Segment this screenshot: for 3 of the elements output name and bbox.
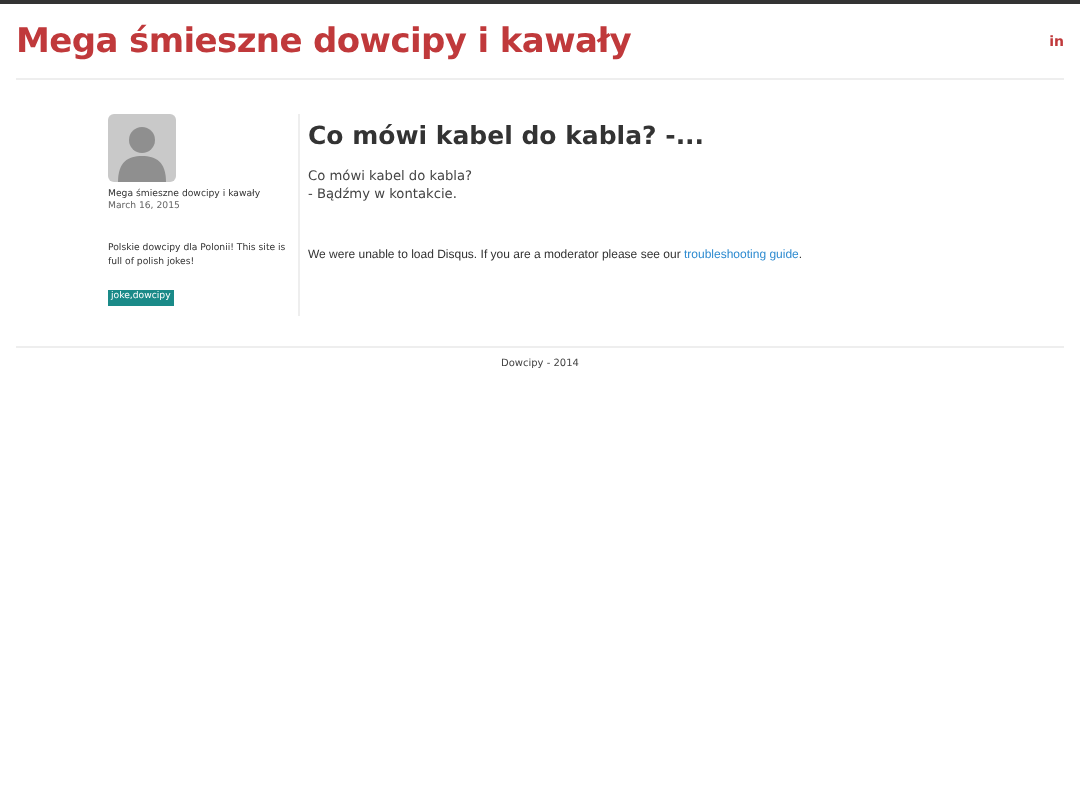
avatar-icon <box>108 114 176 182</box>
site-title[interactable]: Mega śmieszne dowcipy i kawały <box>16 21 631 61</box>
post-title: Co mówi kabel do kabla? -... <box>308 120 707 150</box>
